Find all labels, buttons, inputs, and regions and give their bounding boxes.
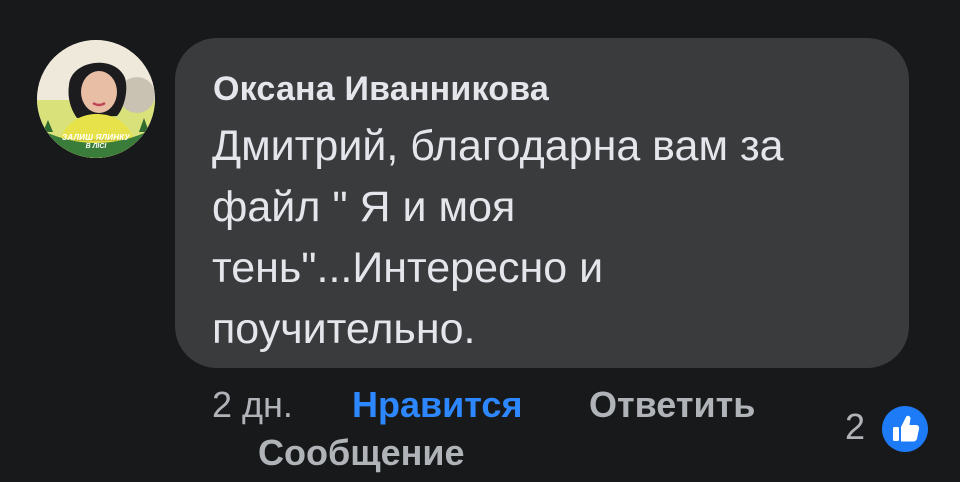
comment-text-line: тень"...Интересно и bbox=[212, 244, 604, 292]
comment-text-line: поучительно. bbox=[212, 305, 476, 353]
message-button[interactable]: Сообщение bbox=[258, 432, 465, 474]
comment-timestamp[interactable]: 2 дн. bbox=[212, 384, 293, 426]
reply-button[interactable]: Ответить bbox=[589, 384, 755, 426]
comment-text: Дмитрий, благодарна вам за файл " Я и мо… bbox=[212, 116, 892, 360]
comment-bubble: Оксана Иванникова Дмитрий, благодарна ва… bbox=[175, 38, 909, 368]
reaction-badge[interactable] bbox=[879, 403, 931, 455]
avatar-frame-text-line1: ЗАЛИШ ЯЛИНКУ bbox=[62, 133, 130, 142]
comment-text-line: файл " Я и моя bbox=[212, 183, 516, 231]
thumbs-up-icon bbox=[882, 406, 928, 452]
comment-text-line: Дмитрий, благодарна вам за bbox=[212, 122, 784, 170]
like-button[interactable]: Нравится bbox=[352, 384, 522, 426]
comment-author[interactable]: Оксана Иванникова bbox=[213, 70, 549, 109]
comment-view: ЗАЛИШ ЯЛИНКУ В ЛІСІ Оксана Иванникова Дм… bbox=[0, 0, 960, 482]
reaction-count[interactable]: 2 bbox=[845, 406, 865, 448]
avatar[interactable]: ЗАЛИШ ЯЛИНКУ В ЛІСІ bbox=[37, 40, 155, 158]
avatar-frame-text-line2: В ЛІСІ bbox=[85, 143, 107, 150]
